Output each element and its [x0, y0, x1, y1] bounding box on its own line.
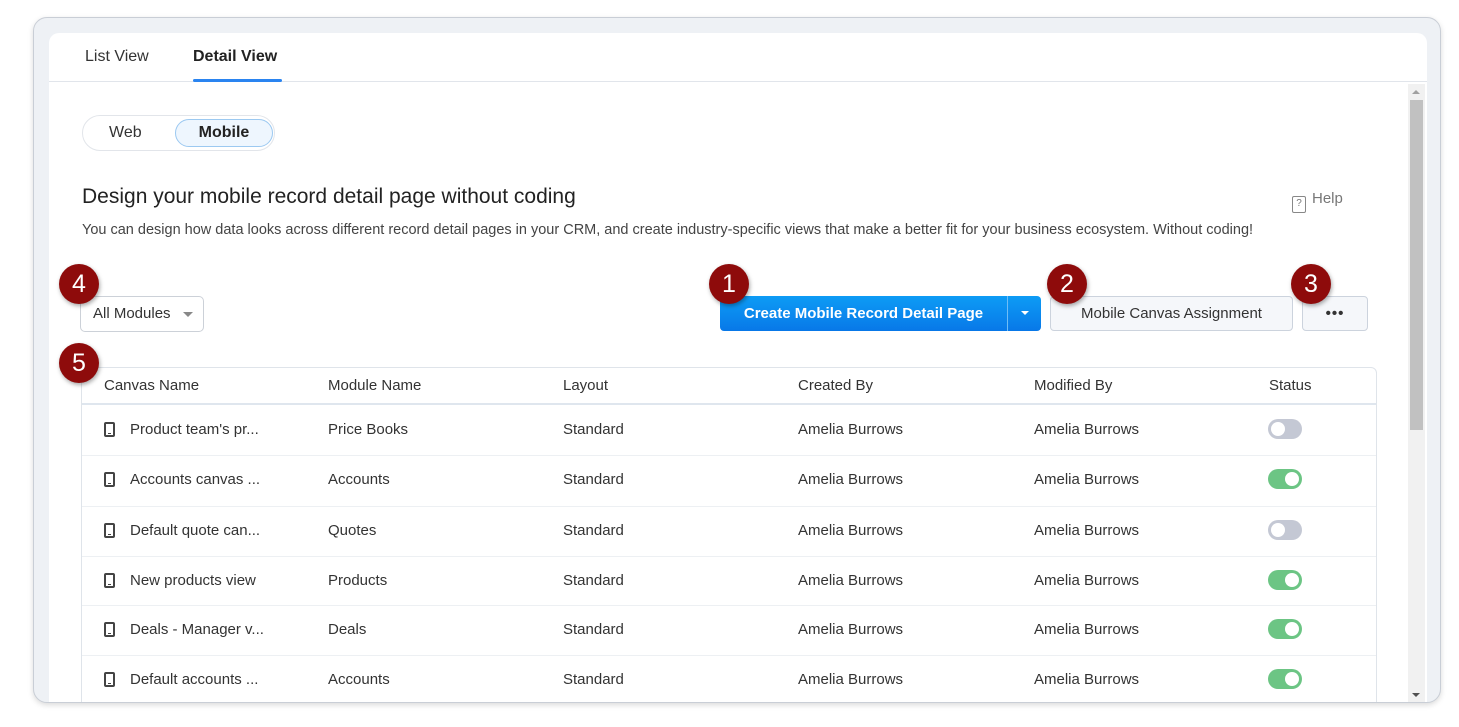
module-name: Quotes	[328, 522, 377, 539]
modified-by: Amelia Burrows	[1034, 671, 1140, 688]
segment-web[interactable]: Web	[109, 124, 142, 142]
segment-mobile[interactable]: Mobile	[175, 119, 273, 147]
col-module-name[interactable]: Module Name	[328, 377, 421, 394]
callout-badge-1: 1	[709, 264, 749, 304]
toggle-knob	[1285, 622, 1299, 636]
module-name: Deals	[328, 621, 367, 638]
help-link[interactable]: ? Help	[1292, 190, 1343, 213]
created-by: Amelia Burrows	[798, 572, 904, 589]
created-by: Amelia Burrows	[798, 522, 904, 539]
created-by: Amelia Burrows	[798, 621, 904, 638]
module-name: Accounts	[328, 471, 390, 488]
col-layout[interactable]: Layout	[563, 377, 608, 394]
created-by: Amelia Burrows	[798, 671, 904, 688]
col-created-by[interactable]: Created By	[798, 377, 873, 394]
help-label: Help	[1312, 190, 1343, 207]
caret-down-icon	[1021, 311, 1029, 315]
layout: Standard	[563, 621, 624, 638]
canvas-table: Canvas Name Module Name Layout Created B…	[81, 367, 1377, 702]
tab-list-view[interactable]: List View	[85, 48, 149, 66]
create-canvas-button[interactable]: Create Mobile Record Detail Page	[720, 296, 1007, 331]
module-name: Price Books	[328, 421, 409, 438]
platform-toggle: Web Mobile	[82, 115, 275, 151]
callout-badge-5: 5	[59, 343, 99, 383]
table-row[interactable]: Deals - Manager v... Deals Standard Amel…	[82, 606, 1376, 656]
scroll-up-icon[interactable]	[1412, 90, 1420, 94]
table-row[interactable]: Default quote can... Quotes Standard Ame…	[82, 507, 1376, 557]
toggle-knob	[1285, 472, 1299, 486]
callout-badge-4: 4	[59, 264, 99, 304]
canvas-assignment-button[interactable]: Mobile Canvas Assignment	[1050, 296, 1293, 331]
toggle-knob	[1285, 672, 1299, 686]
module-filter-dropdown[interactable]: All Modules	[80, 296, 204, 332]
canvas-name[interactable]: Accounts canvas ...	[130, 471, 260, 488]
toggle-knob	[1285, 573, 1299, 587]
view-tabs: List View Detail View	[49, 33, 1427, 82]
col-canvas-name[interactable]: Canvas Name	[104, 377, 199, 394]
layout: Standard	[563, 572, 624, 589]
modified-by: Amelia Burrows	[1034, 522, 1140, 539]
modified-by: Amelia Burrows	[1034, 471, 1140, 488]
active-tab-indicator	[193, 79, 282, 82]
create-canvas-button-group: Create Mobile Record Detail Page	[720, 296, 1041, 331]
module-name: Products	[328, 572, 388, 589]
vertical-scrollbar[interactable]	[1408, 84, 1425, 702]
mobile-device-icon	[104, 622, 115, 637]
status-toggle[interactable]	[1268, 419, 1302, 439]
layout: Standard	[563, 671, 624, 688]
table-row[interactable]: Accounts canvas ... Accounts Standard Am…	[82, 456, 1376, 507]
modified-by: Amelia Burrows	[1034, 621, 1140, 638]
col-status[interactable]: Status	[1269, 377, 1312, 394]
mobile-device-icon	[104, 422, 115, 437]
module-name: Accounts	[328, 671, 390, 688]
table-header: Canvas Name Module Name Layout Created B…	[82, 368, 1376, 405]
status-toggle[interactable]	[1268, 669, 1302, 689]
page-description: You can design how data looks across dif…	[82, 222, 1254, 238]
status-toggle[interactable]	[1268, 619, 1302, 639]
status-toggle[interactable]	[1268, 469, 1302, 489]
status-toggle[interactable]	[1268, 570, 1302, 590]
mobile-device-icon	[104, 573, 115, 588]
scroll-down-icon[interactable]	[1412, 693, 1420, 697]
canvas-name[interactable]: New products view	[130, 572, 256, 589]
mobile-device-icon	[104, 523, 115, 538]
create-options-dropdown[interactable]	[1007, 296, 1041, 331]
canvas-name[interactable]: Product team's pr...	[130, 421, 259, 438]
mobile-device-icon	[104, 672, 115, 687]
scrollbar-thumb[interactable]	[1410, 100, 1423, 430]
col-modified-by[interactable]: Modified By	[1034, 377, 1112, 394]
table-row[interactable]: Product team's pr... Price Books Standar…	[82, 406, 1376, 456]
page-title: Design your mobile record detail page wi…	[82, 185, 576, 208]
canvas-name[interactable]: Default quote can...	[130, 522, 260, 539]
chevron-down-icon	[183, 312, 193, 317]
app-window: List View Detail View Web Mobile Design …	[33, 17, 1441, 703]
table-row[interactable]: Default accounts ... Accounts Standard A…	[82, 656, 1376, 702]
modified-by: Amelia Burrows	[1034, 572, 1140, 589]
layout: Standard	[563, 421, 624, 438]
mobile-device-icon	[104, 472, 115, 487]
module-filter-value: All Modules	[93, 305, 171, 322]
table-row[interactable]: New products view Products Standard Amel…	[82, 557, 1376, 606]
status-toggle[interactable]	[1268, 520, 1302, 540]
canvas-name[interactable]: Default accounts ...	[130, 671, 258, 688]
layout: Standard	[563, 522, 624, 539]
layout: Standard	[563, 471, 624, 488]
created-by: Amelia Burrows	[798, 421, 904, 438]
settings-card: List View Detail View Web Mobile Design …	[49, 33, 1427, 702]
modified-by: Amelia Burrows	[1034, 421, 1140, 438]
created-by: Amelia Burrows	[798, 471, 904, 488]
toggle-knob	[1271, 523, 1285, 537]
toggle-knob	[1271, 422, 1285, 436]
callout-badge-3: 3	[1291, 264, 1331, 304]
canvas-name[interactable]: Deals - Manager v...	[130, 621, 264, 638]
tab-detail-view[interactable]: Detail View	[193, 48, 277, 66]
callout-badge-2: 2	[1047, 264, 1087, 304]
help-icon: ?	[1292, 196, 1306, 213]
